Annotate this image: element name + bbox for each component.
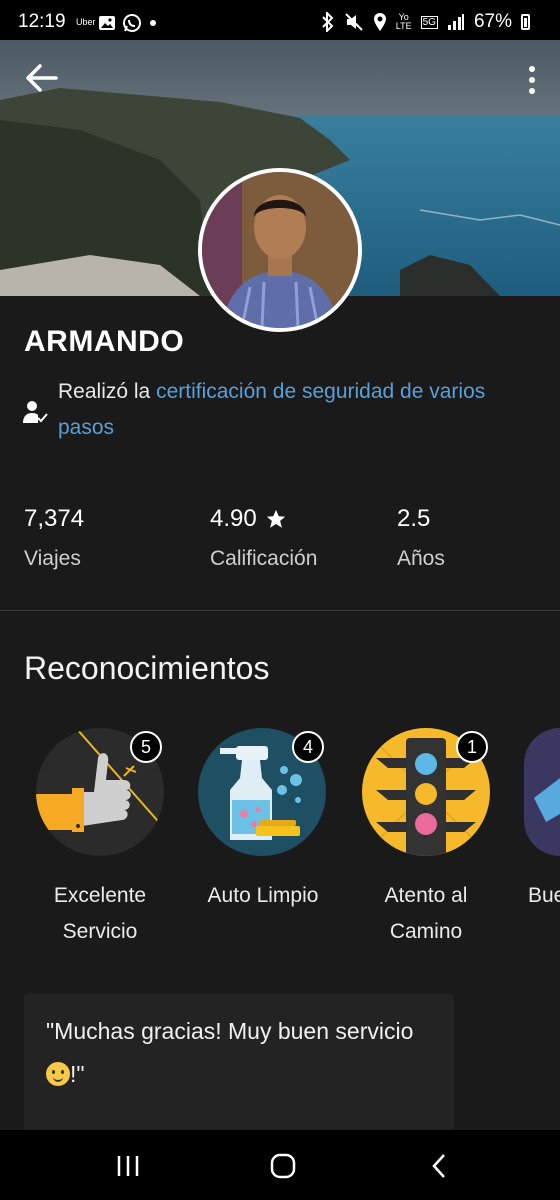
stat-years-label: Años xyxy=(397,547,445,570)
status-bar: 12:19 Uber Yo LTE 5G 67% xyxy=(0,0,560,40)
badge-label-clean-car: Auto Limpio xyxy=(207,884,319,907)
image-icon xyxy=(99,16,115,30)
stat-rating-value: 4.90 xyxy=(210,505,257,532)
mute-icon xyxy=(345,13,363,31)
whatsapp-icon xyxy=(123,14,141,32)
stat-trips: 7,374 Viajes xyxy=(24,505,84,571)
review-card: "Muchas gracias! Muy buen servicio !" xyxy=(24,994,454,1134)
arrow-left-icon[interactable] xyxy=(24,60,60,96)
back-icon[interactable] xyxy=(426,1152,454,1180)
badge-label-partial: Bue xyxy=(528,884,560,907)
certification-text: Realizó la certificación de seguridad de… xyxy=(58,380,486,439)
battery-percent: 67% xyxy=(473,11,512,32)
signal-icon xyxy=(447,14,464,30)
location-icon xyxy=(373,13,386,31)
partial-badge-icon xyxy=(524,728,560,856)
stat-years: 2.5 Años xyxy=(397,505,445,571)
stat-years-value: 2.5 xyxy=(397,505,431,532)
stat-rating-label: Calificación xyxy=(210,547,318,570)
star-icon xyxy=(266,509,285,528)
stat-trips-value: 7,374 xyxy=(24,505,85,532)
recent-apps-icon[interactable] xyxy=(114,1152,142,1180)
stat-rating: 4.90 Calificación xyxy=(210,505,317,571)
review-text: "Muchas gracias! Muy buen servicio !" xyxy=(46,1018,414,1087)
bluetooth-icon xyxy=(322,12,334,32)
badge-partial[interactable] xyxy=(524,728,560,856)
more-vertical-icon[interactable] xyxy=(526,65,538,95)
smiley-emoji-icon xyxy=(46,1062,70,1086)
dot-icon xyxy=(150,20,156,26)
home-icon[interactable] xyxy=(269,1152,297,1180)
recognitions-title: Reconocimientos xyxy=(24,650,270,686)
battery-icon xyxy=(521,14,530,30)
badge-count-excellent-service: 5 xyxy=(130,731,162,763)
divider xyxy=(0,610,560,611)
badge-count-clean-car: 4 xyxy=(292,731,324,763)
network-type: 5G xyxy=(420,15,438,29)
badge-label-road-attentive: Atento al Camino xyxy=(384,884,468,943)
badge-count-road-attentive: 1 xyxy=(456,731,488,763)
uber-notification-label: Uber xyxy=(76,17,96,27)
system-navigation-bar xyxy=(0,1130,560,1200)
avatar xyxy=(198,168,362,332)
driver-name: ARMANDO xyxy=(24,325,185,358)
stat-trips-label: Viajes xyxy=(24,547,81,570)
verified-user-icon xyxy=(23,401,48,423)
status-time: 12:19 xyxy=(18,11,66,32)
lte-indicator: Yo LTE xyxy=(395,12,412,31)
badge-label-excellent-service: Excelente Servicio xyxy=(53,884,147,943)
